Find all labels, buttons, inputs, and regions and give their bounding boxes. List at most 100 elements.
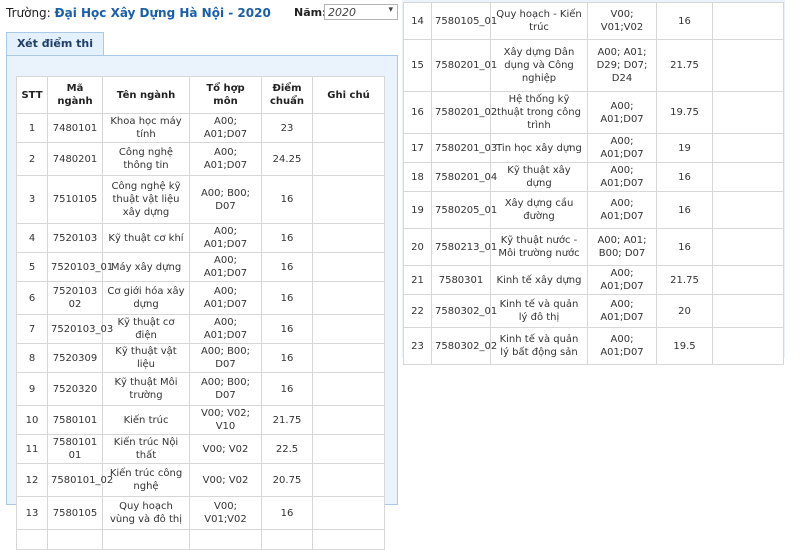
cell-name: Kinh tế và quản lý bất động sản <box>490 327 588 365</box>
col-header-score: Điểm chuẩn <box>261 76 313 114</box>
cell-score: 20 <box>656 294 713 328</box>
cell-stt: 6 <box>16 281 48 315</box>
cell-score: 20.75 <box>261 463 313 497</box>
cell-stt: 19 <box>403 191 432 229</box>
cell-score: 16 <box>261 372 313 406</box>
table-row: 3 7510105 Công nghệ kỹ thuật vật liệu xây … <box>16 175 385 224</box>
cell-name: Máy xây dựng <box>102 252 190 282</box>
school-name[interactable]: Đại Học Xây Dựng Hà Nội - 2020 <box>55 6 271 20</box>
cell-note <box>312 314 385 344</box>
cell-score: 16 <box>261 343 313 373</box>
cell-stt: 11 <box>16 434 48 464</box>
cell-combo: V00; V01;V02 <box>189 496 262 530</box>
cell-name: Xây dựng Dân dụng và Công nghiệp <box>490 39 588 92</box>
cell-combo: A00; B00; D07 <box>189 372 262 406</box>
cell-stt: 14 <box>403 2 432 40</box>
cell-note <box>312 175 385 224</box>
cell-code: 7520309 <box>47 343 103 373</box>
cell-name: Kỹ thuật Môi trường <box>102 372 190 406</box>
cell-stt: 13 <box>16 496 48 530</box>
table-row: 6 7520103 02 Cơ giới hóa xây dựng A00; A01;… <box>16 281 385 315</box>
cell-combo: A00; A01;D07 <box>587 294 657 328</box>
cell-score: 16 <box>261 496 313 530</box>
cell-combo: V00; V02 <box>189 434 262 464</box>
cell-note <box>712 162 784 192</box>
cell-combo: A00; B00; D07 <box>189 343 262 373</box>
cell-code: 7480101 <box>47 113 103 143</box>
cell-name: Kiến trúc công nghệ <box>102 463 190 497</box>
table-row: 7 7520103_03 Kỹ thuật cơ điện A00; A01;D07 1… <box>16 314 385 344</box>
cell-code: 7520320 <box>47 372 103 406</box>
chevron-down-icon: ▾ <box>388 5 393 15</box>
cell-code: 7580302_02 <box>431 327 497 365</box>
cell-name: Kỹ thuật cơ khí <box>102 223 190 253</box>
table-row: 10 7580101 Kiến trúc V00; V02; V10 21.75 <box>16 405 385 435</box>
table-row: 19 7580205_01 Xây dựng cầu đường A00; A01;D… <box>403 191 784 229</box>
cell-combo: V00; V02; V10 <box>189 405 262 435</box>
table-row: 21 7580301 Kinh tế xây dựng A00; A01;D07 21.… <box>403 265 784 295</box>
cell-note <box>312 252 385 282</box>
cell-note <box>312 223 385 253</box>
table-row: 12 7580101_02 Kiến trúc công nghệ V00; V02 2… <box>16 463 385 497</box>
scores-table-right: 14 7580105_01 Quy hoạch - Kiến trúc V00; V0… <box>403 2 784 365</box>
tab-thpt-exam[interactable]: Xét điểm thi THPT <box>6 32 104 72</box>
cell-stt: 10 <box>16 405 48 435</box>
table-row: 14 7580105_01 Quy hoạch - Kiến trúc V00; V0… <box>403 2 784 40</box>
table-row: 1 7480101 Khoa học máy tính A00; A01;D07 23 <box>16 113 385 143</box>
cell-stt: 3 <box>16 175 48 224</box>
table-row: 17 7580201_03 Tin học xây dựng A00; A01;D07… <box>403 133 784 163</box>
cell-code <box>47 529 103 550</box>
cell-combo: V00; V02 <box>189 463 262 497</box>
cell-stt: 21 <box>403 265 432 295</box>
table-row: 16 7580201_02 Hệ thống kỹ thuật trong công… <box>403 91 784 134</box>
cell-score: 22.5 <box>261 434 313 464</box>
left-column: Trường: Đại Học Xây Dựng Hà Nội - 2020 N… <box>0 0 400 550</box>
col-header-code: Mã ngành <box>47 76 103 114</box>
col-header-name: Tên ngành <box>102 76 190 114</box>
cell-code: 7520103_03 <box>47 314 113 344</box>
cell-combo: A00; A01;D07 <box>189 142 262 176</box>
year-select[interactable]: 2020 ▾ <box>324 4 398 20</box>
cell-code: 7580105_01 <box>431 2 497 40</box>
table-body-left: 1 7480101 Khoa học máy tính A00; A01;D07 23 2… <box>16 113 385 550</box>
cell-stt: 18 <box>403 162 432 192</box>
cell-code: 7510105 <box>47 175 103 224</box>
cell-code: 7580201_03 <box>431 133 497 163</box>
cell-name: Công nghệ thông tin <box>102 142 190 176</box>
cell-combo: A00; A01;D07 <box>189 314 262 344</box>
cell-combo: A00; A01;D07 <box>587 265 657 295</box>
cell-name: Hệ thống kỹ thuật trong công trình <box>490 91 588 134</box>
cell-combo: A00; A01;D07 <box>189 113 262 143</box>
cell-note <box>712 191 784 229</box>
cell-code: 7580201_01 <box>431 39 497 92</box>
cell-note <box>712 327 784 365</box>
cell-code: 7580105 <box>47 496 103 530</box>
cell-code: 7580205_01 <box>431 191 497 229</box>
cell-stt: 5 <box>16 252 48 282</box>
cell-name <box>102 529 190 550</box>
cell-stt: 12 <box>16 463 48 497</box>
table-row: 8 7520309 Kỹ thuật vật liệu A00; B00; D07 16 <box>16 343 385 373</box>
table-row: 9 7520320 Kỹ thuật Môi trường A00; B00; D07… <box>16 372 385 406</box>
cell-code: 7580213_01 <box>431 228 497 266</box>
cell-combo: A00; A01;D07 <box>587 191 657 229</box>
cell-note <box>712 294 784 328</box>
col-header-combo: Tổ hợp môn <box>189 76 262 114</box>
cell-score: 21.75 <box>656 265 713 295</box>
cell-name: Kiến trúc Nội thất <box>102 434 190 464</box>
cell-name: Công nghệ kỹ thuật vật liệu xây dựng <box>102 175 190 224</box>
cell-combo <box>189 529 262 550</box>
cell-note <box>312 496 385 530</box>
cell-stt: 15 <box>403 39 432 92</box>
cell-stt: 22 <box>403 294 432 328</box>
cell-name: Kinh tế xây dựng <box>490 265 588 295</box>
cell-code: 7580301 <box>431 265 491 295</box>
cell-stt: 20 <box>403 228 432 266</box>
cell-note <box>712 2 784 40</box>
cell-stt: 7 <box>16 314 48 344</box>
table-row: 13 7580105 Quy hoạch vùng và đô thị V00; V0… <box>16 496 385 530</box>
cell-name: Cơ giới hóa xây dựng <box>102 281 190 315</box>
cell-note <box>312 142 385 176</box>
table-row: 22 7580302_01 Kinh tế và quản lý đô thị A00… <box>403 294 784 328</box>
cell-name: Kiến trúc <box>102 405 190 435</box>
